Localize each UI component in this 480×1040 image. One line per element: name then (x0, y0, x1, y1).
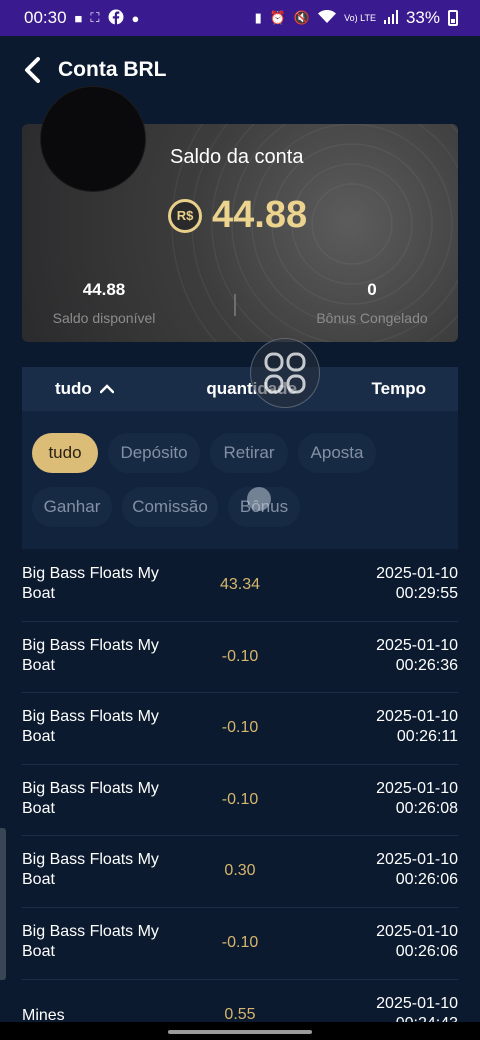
frozen-bonus-value: 0 (367, 280, 377, 299)
chip-deposito[interactable]: Depósito (108, 433, 200, 473)
transaction-game: Big Bass Floats My Boat (22, 922, 159, 960)
dot-icon: ● (131, 10, 140, 26)
transaction-date: 2025-01-10 (376, 851, 458, 869)
transaction-date: 2025-01-10 (376, 565, 458, 582)
gallery-icon: ■ (74, 10, 83, 26)
chip-ganhar[interactable]: Ganhar (32, 487, 112, 527)
available-balance: 44.88 Saldo disponível (24, 280, 184, 326)
floating-menu-button[interactable] (250, 338, 320, 408)
battery-icon (448, 10, 458, 26)
balance-amount: 44.88 (212, 194, 308, 236)
transaction-row[interactable]: Big Bass Floats My Boat 43.34 2025-01-10… (22, 550, 458, 622)
transaction-datetime: 2025-01-10 00:26:06 (376, 922, 458, 962)
transaction-amount: 43.34 (219, 576, 261, 593)
chevron-up-icon (99, 379, 115, 399)
transaction-game: Big Bass Floats My Boat (22, 851, 159, 889)
transaction-row[interactable]: Big Bass Floats My Boat -0.10 2025-01-10… (22, 693, 458, 765)
battery-percent: 33% (405, 8, 440, 27)
screenshot-icon: ⛶ (90, 10, 100, 25)
transaction-time: 00:26:36 (395, 656, 458, 674)
wifi-icon (318, 9, 337, 27)
signal-icon (383, 9, 398, 27)
transaction-amount: -0.10 (221, 647, 259, 665)
transaction-date: 2025-01-10 (376, 922, 458, 940)
transaction-game: Big Bass Floats My Boat (22, 636, 159, 674)
transaction-time: 00:26:06 (395, 871, 458, 889)
transaction-date: 2025-01-10 (376, 994, 458, 1012)
mute-icon: 🔇 (293, 10, 311, 25)
chip-retirar[interactable]: Retirar (210, 433, 288, 473)
transaction-datetime: 2025-01-10 00:26:36 (376, 636, 458, 676)
transaction-datetime: 2025-01-10 00:26:11 (376, 707, 458, 747)
balance-amount-row: R$ 44.88 (168, 194, 307, 237)
transaction-amount: 0.55 (224, 1005, 256, 1023)
battery-saver-icon: ▮ (254, 10, 262, 25)
facebook-icon (108, 9, 124, 28)
transaction-date: 2025-01-10 (376, 708, 458, 726)
transaction-row[interactable]: Big Bass Floats My Boat -0.10 2025-01-10… (22, 765, 458, 837)
transaction-date: 2025-01-10 (376, 779, 458, 797)
stat-divider (234, 294, 236, 316)
transaction-datetime: 2025-01-10 00:26:08 (376, 779, 458, 819)
filter-header: tudo quantidade Tempo (22, 367, 458, 411)
transaction-game: Big Bass Floats My Boat (22, 708, 159, 746)
apps-grid-icon (264, 352, 306, 394)
transaction-amount: -0.10 (221, 719, 259, 737)
transaction-amount: 0.30 (224, 862, 256, 880)
filter-toggle-all[interactable]: tudo (55, 379, 115, 399)
chip-comissao[interactable]: Comissão (122, 487, 218, 527)
real-coin-icon: R$ (168, 198, 202, 233)
avatar (40, 86, 146, 192)
touch-indicator (247, 487, 271, 511)
transaction-amount: -0.10 (221, 790, 259, 808)
transaction-row[interactable]: Big Bass Floats My Boat -0.10 2025-01-10… (22, 622, 458, 694)
alarm-icon: ⏰ (269, 10, 286, 25)
page-title: Conta BRL (58, 58, 167, 81)
transaction-time: 00:29:55 (395, 585, 458, 602)
available-balance-label: Saldo disponível (52, 310, 156, 326)
frozen-bonus-label: Bônus Congelado (316, 310, 428, 326)
transaction-datetime: 2025-01-10 00:26:06 (376, 850, 458, 890)
transaction-datetime: 2025-01-10 00:29:55 (376, 564, 458, 604)
volte-icon: Vo) LTE (344, 12, 376, 23)
frozen-bonus: 0 Bônus Congelado (292, 280, 452, 326)
transaction-time: 00:26:06 (395, 942, 458, 960)
transaction-list: Big Bass Floats My Boat 43.34 2025-01-10… (22, 550, 458, 1040)
filter-all-label: tudo (55, 379, 92, 398)
status-bar: 00:30 ■ ⛶ ● ▮ ⏰ 🔇 Vo) LTE 33% (0, 0, 480, 36)
status-time: 00:30 (24, 8, 67, 27)
back-arrow-icon[interactable] (18, 56, 46, 84)
chip-aposta[interactable]: Aposta (298, 433, 376, 473)
transaction-time: 00:26:11 (396, 728, 458, 746)
transaction-row[interactable]: Big Bass Floats My Boat 0.30 2025-01-10 0… (22, 836, 458, 908)
transaction-amount: -0.10 (221, 933, 259, 951)
chip-tudo[interactable]: tudo (32, 433, 98, 473)
available-balance-value: 44.88 (82, 280, 126, 299)
transaction-date: 2025-01-10 (376, 636, 458, 654)
edge-panel-handle[interactable] (0, 828, 6, 980)
home-gesture-pill[interactable] (168, 1030, 312, 1034)
transaction-row[interactable]: Big Bass Floats My Boat -0.10 2025-01-10… (22, 908, 458, 980)
transaction-game: Big Bass Floats My Boat (22, 779, 159, 817)
transaction-game: Big Bass Floats My Boat (22, 565, 159, 602)
balance-card: Saldo da conta R$ 44.88 44.88 Saldo disp… (22, 86, 458, 342)
filter-panel: tudo quantidade Tempo tudo Depósito Reti… (22, 367, 458, 549)
transaction-time: 00:26:08 (395, 799, 458, 817)
balance-title: Saldo da conta (170, 146, 304, 168)
navigation-bar (0, 1022, 480, 1040)
column-time[interactable]: Tempo (372, 379, 458, 399)
